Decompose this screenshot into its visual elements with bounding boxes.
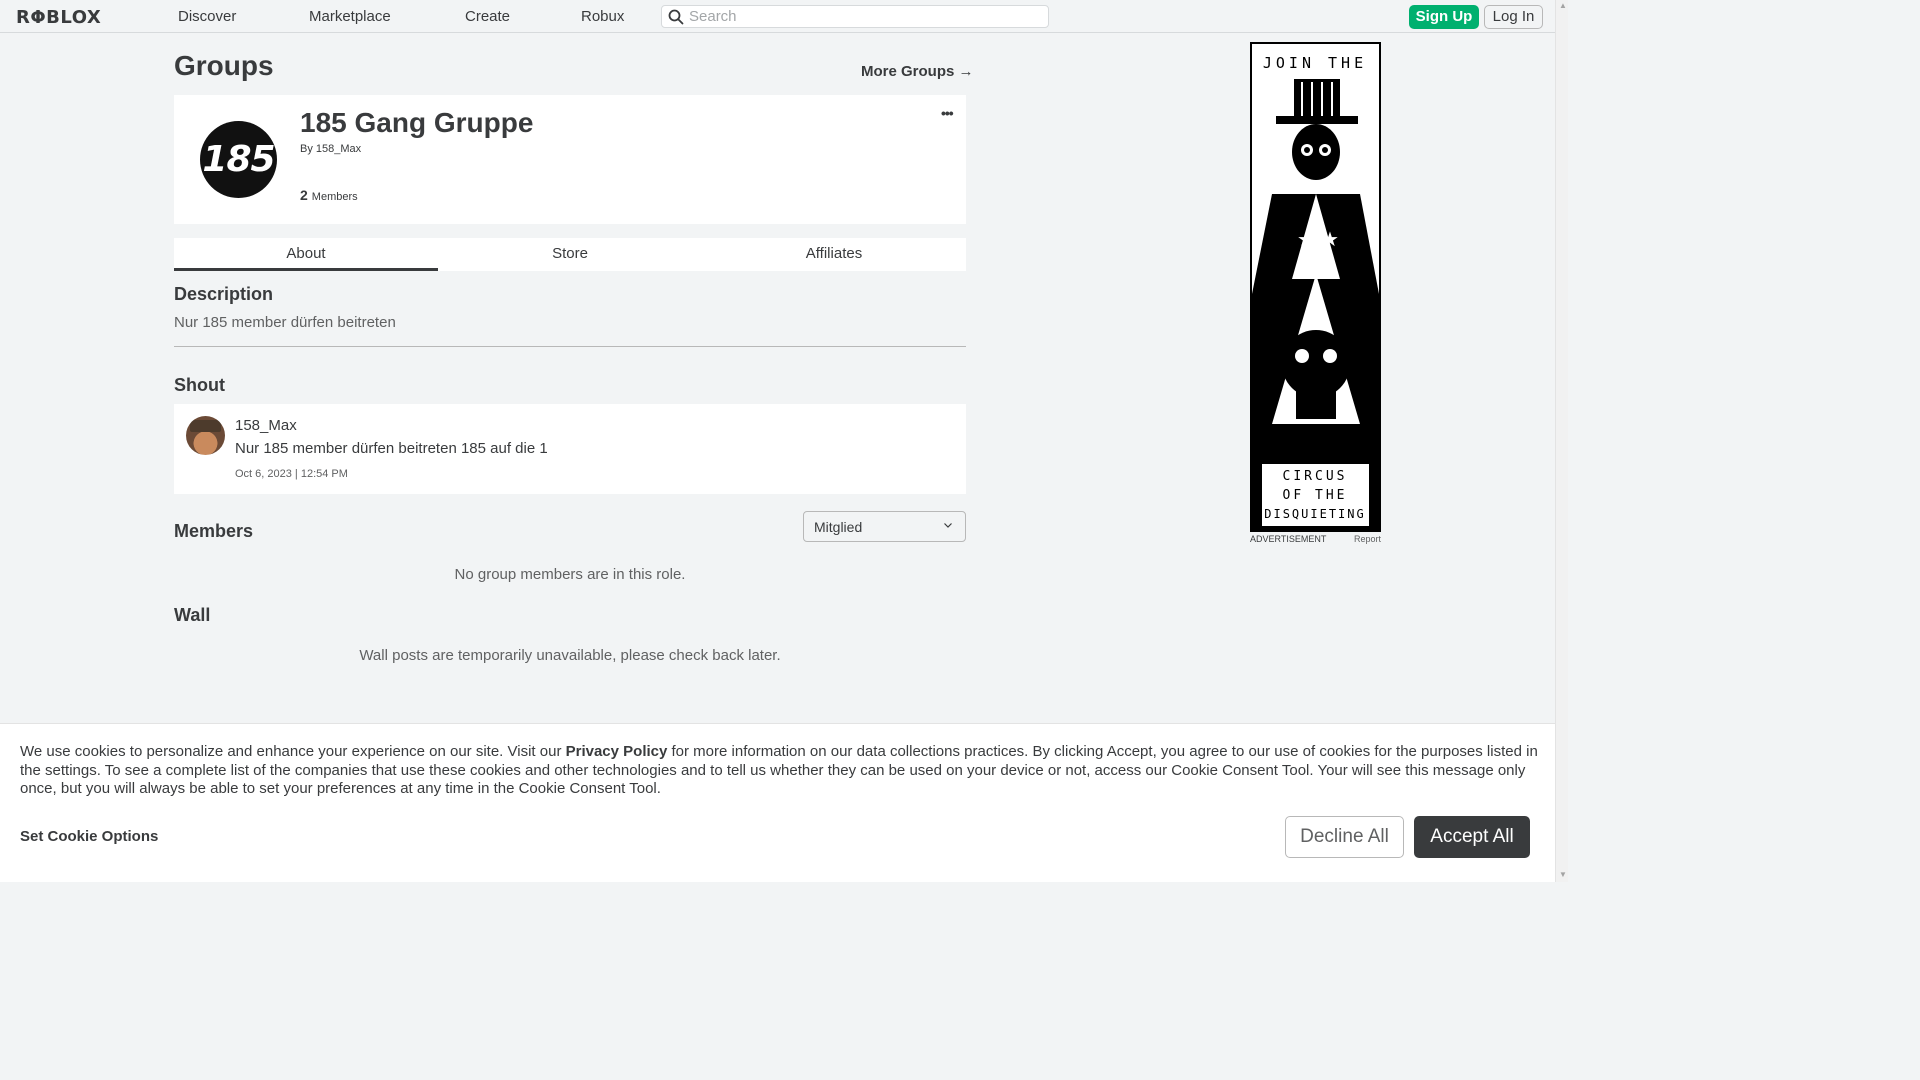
role-dropdown[interactable]: Mitglied xyxy=(803,511,966,542)
members-heading: Members xyxy=(174,521,254,541)
avatar[interactable] xyxy=(186,416,225,455)
member-count-value: 2 xyxy=(300,187,308,203)
log-in-button[interactable]: Log In xyxy=(1484,5,1543,29)
group-header-card: 185 185 Gang Gruppe By 158_Max 2 Members … xyxy=(174,95,966,224)
scroll-up-arrow-icon[interactable]: ▲ xyxy=(1559,1,1567,10)
nav-link-discover[interactable]: Discover xyxy=(178,8,236,25)
svg-text:★: ★ xyxy=(1321,229,1339,251)
ad-top-text: JOIN THE xyxy=(1263,54,1367,72)
group-owner-line: By 158_Max xyxy=(300,143,361,155)
roblox-logo[interactable]: RΦBLOX xyxy=(16,7,101,28)
group-owner-link[interactable]: 158_Max xyxy=(316,143,361,155)
by-label: By xyxy=(300,143,316,155)
top-navigation-bar: RΦBLOX Discover Marketplace Create Robux… xyxy=(0,0,1555,33)
ad-bottom-line-3: DISQUIETING xyxy=(1264,507,1365,521)
group-emblem[interactable]: 185 xyxy=(200,121,277,198)
chevron-down-icon xyxy=(944,523,952,528)
group-name: 185 Gang Gruppe xyxy=(300,107,534,138)
ad-bottom-line-1: CIRCUS xyxy=(1283,469,1348,484)
advertisement-banner[interactable]: JOIN THE ★ ★ CIRCUS OF THE DISQUIETING xyxy=(1250,42,1381,532)
accept-all-button[interactable]: Accept All xyxy=(1414,816,1530,858)
nav-link-marketplace[interactable]: Marketplace xyxy=(309,8,391,25)
nav-link-robux[interactable]: Robux xyxy=(581,8,624,25)
search-icon xyxy=(668,9,684,25)
description-text: Nur 185 member dürfen beitreten xyxy=(174,314,396,331)
cookie-text-part-1: We use cookies to personalize and enhanc… xyxy=(20,743,566,760)
wall-heading: Wall xyxy=(174,605,211,625)
section-divider xyxy=(174,346,966,347)
group-tabs: About Store Affiliates xyxy=(174,238,966,271)
sign-up-button[interactable]: Sign Up xyxy=(1409,5,1479,29)
cookie-consent-text: We use cookies to personalize and enhanc… xyxy=(20,743,1540,799)
shout-card: 158_Max Nur 185 member dürfen beitreten … xyxy=(174,404,966,494)
search-input[interactable] xyxy=(689,7,1039,26)
members-empty-message: No group members are in this role. xyxy=(454,566,686,583)
svg-text:★: ★ xyxy=(1297,229,1315,251)
more-options-icon[interactable]: ••• xyxy=(941,105,954,121)
tab-about[interactable]: About xyxy=(174,238,438,271)
ad-bottom-line-2: OF THE xyxy=(1283,488,1348,503)
ad-label: ADVERTISEMENT xyxy=(1250,534,1327,544)
ad-artwork: JOIN THE ★ ★ CIRCUS OF THE DISQUIETING xyxy=(1252,44,1379,530)
page-scrollbar[interactable]: ▲ ▼ xyxy=(1555,0,1568,882)
cookie-consent-banner: We use cookies to personalize and enhanc… xyxy=(0,723,1555,882)
ad-report-link[interactable]: Report xyxy=(1354,534,1381,544)
tab-affiliates[interactable]: Affiliates xyxy=(702,238,966,271)
group-member-count: 2 Members xyxy=(300,187,358,203)
shout-user-link[interactable]: 158_Max xyxy=(235,417,297,434)
scroll-down-arrow-icon[interactable]: ▼ xyxy=(1559,870,1567,879)
more-groups-link[interactable]: More Groups → xyxy=(861,63,974,80)
nav-link-create[interactable]: Create xyxy=(465,8,510,25)
page-title: Groups xyxy=(174,50,274,81)
member-count-label: Members xyxy=(311,191,358,203)
wall-unavailable-message: Wall posts are temporarily unavailable, … xyxy=(359,647,781,664)
description-heading: Description xyxy=(174,284,274,304)
shout-message: Nur 185 member dürfen beitreten 185 auf … xyxy=(235,440,548,457)
role-dropdown-value: Mitglied xyxy=(814,519,863,535)
tab-store[interactable]: Store xyxy=(438,238,702,271)
decline-all-button[interactable]: Decline All xyxy=(1285,816,1404,858)
set-cookie-options-link[interactable]: Set Cookie Options xyxy=(20,828,158,845)
search-box[interactable] xyxy=(661,5,1049,28)
privacy-policy-link[interactable]: Privacy Policy xyxy=(566,743,668,760)
ad-caption: ADVERTISEMENT Report xyxy=(1250,534,1381,544)
shout-heading: Shout xyxy=(174,375,225,395)
shout-timestamp: Oct 6, 2023 | 12:54 PM xyxy=(235,468,348,480)
